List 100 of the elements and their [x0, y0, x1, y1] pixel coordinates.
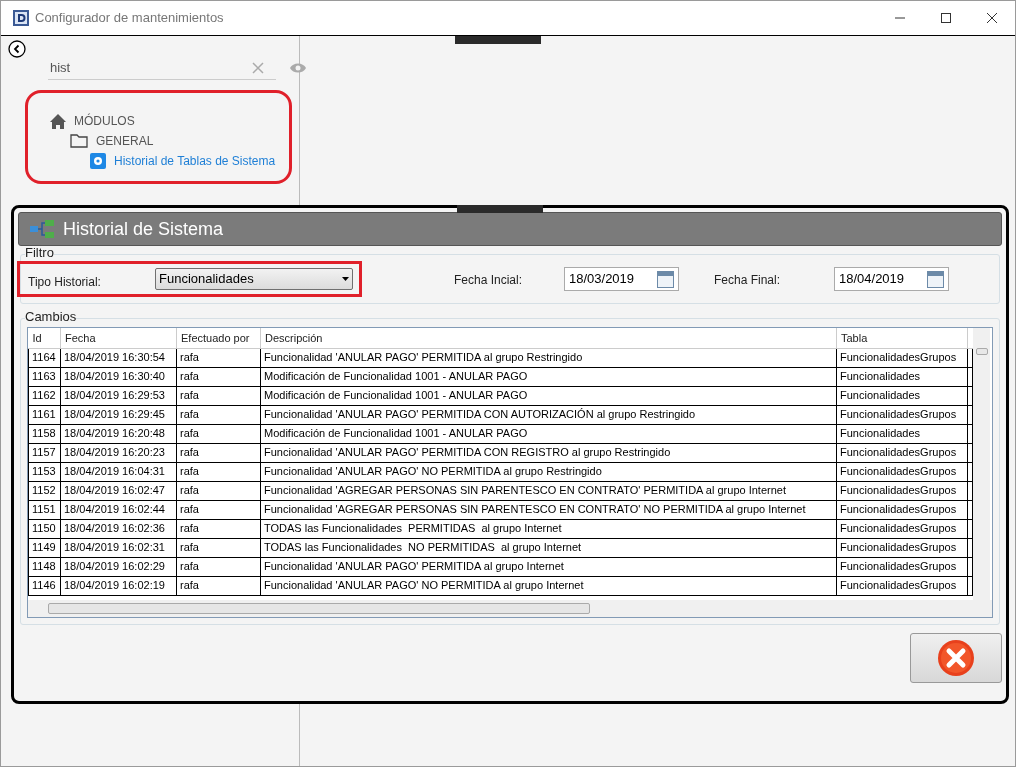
table-cell: 18/04/2019 16:20:48 — [60, 424, 177, 443]
table-cell: Funcionalidades — [836, 367, 968, 386]
tree-item[interactable]: Historial de Tablas de Sistema — [114, 152, 276, 170]
window-title: Configurador de mantenimientos — [35, 9, 224, 28]
group-title: Filtro — [25, 246, 54, 259]
table-cell: FuncionalidadesGrupos — [836, 519, 968, 538]
table-cell: 1158 — [28, 424, 61, 443]
date-field[interactable]: 18/04/2019 — [834, 267, 949, 291]
table-cell: 18/04/2019 16:04:31 — [60, 462, 177, 481]
table-cell: rafa — [176, 462, 261, 481]
table-cell: 1151 — [28, 500, 61, 519]
table-cell: TODAS las Funcionalidades NO PERMITIDAS al grupo Internet — [260, 538, 837, 557]
table-cell: FuncionalidadesGrupos — [836, 500, 968, 519]
folder-icon — [70, 134, 88, 148]
table-cell: 18/04/2019 16:02:19 — [60, 576, 177, 595]
table-cell: 1153 — [28, 462, 61, 481]
table-cell: 18/04/2019 16:02:31 — [60, 538, 177, 557]
table-cell: FuncionalidadesGrupos — [836, 443, 968, 462]
table-cell: Funcionalidad 'AGREGAR PERSONAS SIN PARENTESCO EN CONTRATO' PERMITIDA al grupo Internet — [260, 481, 837, 500]
table-cell: rafa — [176, 405, 261, 424]
table-cell: rafa — [176, 500, 261, 519]
field-label: Tipo Historial: — [28, 274, 102, 291]
eye-icon[interactable] — [290, 61, 306, 74]
column-header[interactable]: Fecha — [60, 328, 177, 348]
table-cell: 18/04/2019 16:29:53 — [60, 386, 177, 405]
table-cell: Funcionalidades — [836, 424, 968, 443]
date-field[interactable]: 18/03/2019 — [564, 267, 679, 291]
table-cell: 1161 — [28, 405, 61, 424]
table-cell: 1152 — [28, 481, 61, 500]
clear-icon[interactable] — [252, 61, 264, 74]
horizontal-scrollbar[interactable] — [28, 600, 992, 617]
table-cell: FuncionalidadesGrupos — [836, 557, 968, 576]
table-cell: rafa — [176, 576, 261, 595]
column-header[interactable]: Descripción — [260, 328, 837, 348]
column-header[interactable]: Efectuado por — [176, 328, 261, 348]
field-label: Fecha Final: — [714, 272, 782, 289]
column-header[interactable]: Id — [28, 328, 61, 348]
table-cell: rafa — [176, 481, 261, 500]
column-header[interactable]: Tabla — [836, 328, 968, 348]
table-cell: Funcionalidad 'ANULAR PAGO' PERMITIDA al grupo Internet — [260, 557, 837, 576]
home-icon — [50, 113, 66, 129]
table-cell: 1148 — [28, 557, 61, 576]
group-title: Cambios — [25, 310, 77, 323]
table-cell: 1157 — [28, 443, 61, 462]
table-cell: 18/04/2019 16:02:36 — [60, 519, 177, 538]
network-icon — [29, 219, 55, 239]
table-cell: 18/04/2019 16:02:29 — [60, 557, 177, 576]
splitter-handle[interactable] — [457, 205, 543, 213]
calendar-icon[interactable] — [927, 270, 944, 288]
table-cell: rafa — [176, 424, 261, 443]
type-dropdown[interactable]: Funcionalidades — [155, 268, 353, 290]
table-cell: 18/04/2019 16:02:44 — [60, 500, 177, 519]
table-cell: TODAS las Funcionalidades PERMITIDAS al grupo Internet — [260, 519, 837, 538]
back-icon[interactable] — [8, 40, 26, 58]
table-cell: Funcionalidad 'ANULAR PAGO' NO PERMITIDA al grupo Restringido — [260, 462, 837, 481]
splitter-handle[interactable] — [455, 36, 541, 44]
table-cell: rafa — [176, 386, 261, 405]
table-cell: rafa — [176, 519, 261, 538]
table-cell: Funcionalidad 'ANULAR PAGO' NO PERMITIDA al grupo Internet — [260, 576, 837, 595]
table-cell: FuncionalidadesGrupos — [836, 481, 968, 500]
table-cell: FuncionalidadesGrupos — [836, 348, 968, 367]
caret-icon — [342, 277, 349, 281]
table-cell: 1150 — [28, 519, 61, 538]
table-cell: Funcionalidad 'ANULAR PAGO' PERMITIDA al grupo Restringido — [260, 348, 837, 367]
table-cell: Funcionalidad 'AGREGAR PERSONAS SIN PARENTESCO EN CONTRATO' NO PERMITIDA al grupo Internet — [260, 500, 837, 519]
table-cell: Modificación de Funcionalidad 1001 - ANULAR PAGO — [260, 424, 837, 443]
field-label: Fecha Incial: — [454, 272, 524, 289]
table-cell: 1146 — [28, 576, 61, 595]
close-button[interactable] — [910, 633, 1002, 683]
table-cell: FuncionalidadesGrupos — [836, 462, 968, 481]
tree-item[interactable]: GENERAL — [96, 132, 154, 150]
table-cell: rafa — [176, 538, 261, 557]
panel-title: Historial de Sistema — [63, 217, 224, 241]
table-cell: FuncionalidadesGrupos — [836, 405, 968, 424]
table-cell: 1149 — [28, 538, 61, 557]
table-cell: 18/04/2019 16:30:40 — [60, 367, 177, 386]
table-cell: rafa — [176, 348, 261, 367]
table-cell: FuncionalidadesGrupos — [836, 538, 968, 557]
table-cell: 1162 — [28, 386, 61, 405]
table-cell: 18/04/2019 16:29:45 — [60, 405, 177, 424]
app-icon — [13, 10, 29, 26]
table-cell: Funcionalidad 'ANULAR PAGO' PERMITIDA CON AUTORIZACIÓN al grupo Restringido — [260, 405, 837, 424]
table-cell: Modificación de Funcionalidad 1001 - ANULAR PAGO — [260, 367, 837, 386]
table-cell: 18/04/2019 16:02:47 — [60, 481, 177, 500]
cancel-icon — [937, 639, 975, 677]
vertical-scrollbar[interactable] — [973, 328, 990, 600]
table-cell: 1164 — [28, 348, 61, 367]
table-cell: rafa — [176, 443, 261, 462]
calendar-icon[interactable] — [657, 270, 674, 288]
table-cell: FuncionalidadesGrupos — [836, 576, 968, 595]
search-field[interactable]: hist — [48, 57, 252, 78]
table-cell: 18/04/2019 16:20:23 — [60, 443, 177, 462]
table-cell: Modificación de Funcionalidad 1001 - ANULAR PAGO — [260, 386, 837, 405]
tree-item[interactable]: MÓDULOS — [74, 112, 135, 130]
table-cell: Funcionalidad 'ANULAR PAGO' PERMITIDA CON REGISTRO al grupo Restringido — [260, 443, 837, 462]
table-cell: 18/04/2019 16:30:54 — [60, 348, 177, 367]
table-cell: Funcionalidades — [836, 386, 968, 405]
table-cell: rafa — [176, 367, 261, 386]
table-cell: 1163 — [28, 367, 61, 386]
table-cell: rafa — [176, 557, 261, 576]
